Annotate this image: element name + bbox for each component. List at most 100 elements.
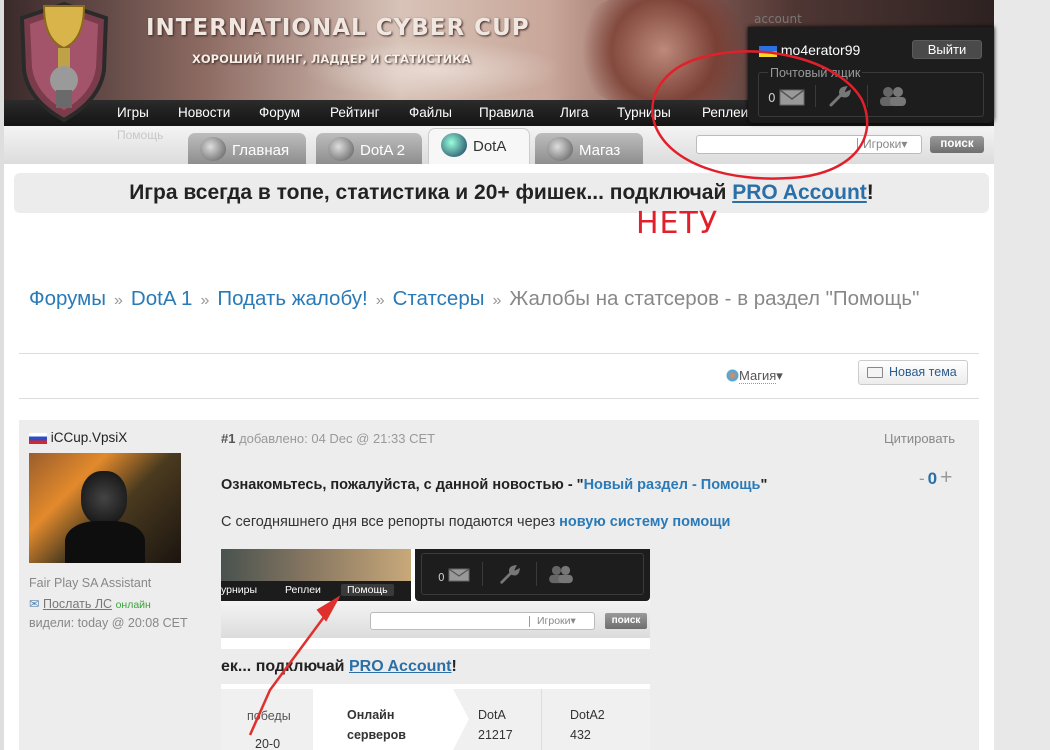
avatar-gas-mask	[81, 471, 127, 525]
post-p1-end: "	[760, 477, 768, 493]
embed-nav-tournaments: урниры	[221, 584, 258, 596]
nav-files[interactable]: Файлы	[409, 105, 452, 120]
post-p1-text: Ознакомьтесь, пожалуйста, с данной новос…	[221, 477, 584, 493]
tab-dota2[interactable]: DotA 2	[316, 133, 422, 164]
breadcrumb-separator: »	[375, 292, 385, 309]
logo-shield-icon[interactable]	[14, 0, 114, 124]
folder-icon	[867, 367, 883, 378]
nav-rules[interactable]: Правила	[479, 105, 534, 120]
tab-main[interactable]: Главная	[188, 133, 306, 164]
embed-nav: урниры Реплеи Помощь	[221, 581, 411, 601]
dota2-icon	[328, 137, 354, 161]
breadcrumb-statsers[interactable]: Статсеры	[393, 287, 485, 310]
breadcrumb-dota1[interactable]: DotA 1	[131, 287, 193, 310]
embedded-screenshot: урниры Реплеи Помощь 0 Игроки▾ поиск ек.…	[221, 549, 650, 750]
breadcrumb-separator: »	[492, 292, 502, 309]
caret-down-icon: ▾	[570, 615, 576, 627]
tab-dota[interactable]: DotA	[428, 128, 530, 164]
nav-tournaments[interactable]: Турниры	[617, 105, 671, 120]
logout-button[interactable]: Выйти	[912, 40, 982, 59]
rate-plus-button[interactable]: +	[940, 466, 952, 489]
nav-forum[interactable]: Форум	[259, 105, 300, 120]
embed-nav-replays: Реплеи	[285, 584, 321, 596]
page: INTERNATIONAL CYBER CUP ХОРОШИЙ ПИНГ, ЛА…	[4, 0, 994, 750]
embed-promo: ек... подключай PRO Account!	[221, 649, 650, 684]
embed-user-panel: 0	[415, 549, 650, 601]
online-status: онлайн	[115, 599, 151, 611]
dota-icon	[441, 133, 467, 157]
mail-icon	[448, 568, 470, 582]
pro-account-link[interactable]: PRO Account	[732, 181, 867, 204]
magic-wand-icon	[726, 369, 739, 382]
envelope-icon: ✉	[29, 597, 40, 611]
breadcrumb-separator: »	[114, 292, 123, 309]
wrench-icon	[500, 564, 520, 584]
username-link[interactable]: mo4erator99	[759, 42, 860, 58]
breadcrumb: Форумы » DotA 1 » Подать жалобу! » Статсеры » Жа…	[29, 280, 979, 319]
post-paragraph-2: С сегодняшнего дня все репорты подаются …	[221, 514, 730, 530]
quote-button[interactable]: Цитировать	[884, 431, 955, 446]
post-author[interactable]: iCCup.VpsiX	[29, 430, 127, 445]
embed-search-scope-label: Игроки	[537, 615, 571, 627]
magic-label: Магия	[739, 368, 777, 384]
flag-ru-icon	[29, 432, 47, 444]
mail-icon[interactable]	[779, 89, 805, 106]
magic-menu[interactable]: Магия▾	[726, 368, 783, 384]
tab-dota2-label: DotA 2	[360, 142, 406, 159]
tab-shop-label: Магаз	[579, 142, 621, 159]
nav-replays[interactable]: Реплеи	[702, 105, 748, 120]
shop-icon	[547, 137, 573, 161]
mailbox: Почтовый ящик 0	[758, 66, 984, 117]
nav-rating[interactable]: Рейтинг	[330, 105, 380, 120]
send-pm-link[interactable]: Послать ЛС	[43, 597, 112, 611]
embed-search-separator	[529, 616, 530, 627]
embed-mail-count: 0	[438, 572, 445, 584]
nav-league[interactable]: Лига	[560, 105, 589, 120]
post-p2-text: С сегодняшнего дня все репорты подаются …	[221, 514, 560, 530]
embed-dota2-value: 432	[570, 728, 591, 742]
new-topic-button[interactable]: Новая тема	[858, 360, 968, 385]
breadcrumb-separator: »	[200, 292, 210, 309]
embed-divider	[536, 562, 537, 586]
search-button[interactable]: поиск	[930, 136, 984, 153]
page-edge	[994, 0, 1050, 750]
header-art-glow	[304, 40, 564, 100]
avatar-suit	[65, 521, 145, 563]
rating-value: 0	[927, 469, 938, 488]
caret-down-icon: ▾	[776, 368, 783, 383]
search-separator	[857, 138, 858, 150]
help-system-link[interactable]: новую систему помощи	[559, 514, 730, 530]
embed-wins-value: 20-0	[255, 737, 281, 750]
trophy-icon	[200, 137, 226, 161]
wrench-icon[interactable]	[827, 85, 851, 109]
author-actions: ✉ Послать ЛС онлайн	[29, 596, 151, 611]
embed-search-button: поиск	[605, 613, 647, 629]
post-number[interactable]: #1	[221, 431, 235, 446]
breadcrumb-forums[interactable]: Форумы	[29, 287, 106, 310]
pro-account-banner: Игра всегда в топе, статистика и 20+ фиш…	[14, 173, 989, 213]
promo-text-end: !	[866, 181, 874, 204]
handwritten-annotation: НЕТУ	[636, 206, 719, 241]
site-subtitle: ХОРОШИЙ ПИНГ, ЛАДДЕР И СТАТИСТИКА	[192, 52, 471, 66]
tab-shop[interactable]: Магаз	[535, 133, 643, 164]
search-scope-label: Игроки	[863, 137, 902, 151]
promo-text: Игра всегда в топе, статистика и 20+ фиш…	[129, 181, 733, 204]
nav-news[interactable]: Новости	[178, 105, 230, 120]
embed-stats-divider	[541, 689, 542, 750]
help-news-link[interactable]: Новый раздел - Помощь	[584, 477, 761, 493]
divider	[19, 398, 979, 399]
search-scope-select[interactable]: Игроки▾	[863, 137, 907, 151]
embed-stats: победы 20-0 Онлайн серверов DotA 21217 D…	[221, 689, 650, 750]
breadcrumb-complaints[interactable]: Подать жалобу!	[217, 287, 367, 310]
user-panel: account mo4erator99 Выйти Почтовый ящик …	[748, 12, 994, 123]
friends-icon	[549, 565, 573, 584]
mail-count: 0	[768, 91, 776, 105]
embed-mailbox: 0	[421, 553, 644, 595]
nav-games[interactable]: Игры	[117, 105, 149, 120]
last-seen: видели: today @ 20:08 CET	[29, 616, 188, 630]
nav-help-ghost: Помощь	[117, 128, 164, 142]
rate-minus-button[interactable]: -	[919, 469, 925, 488]
embed-online-label-2: серверов	[347, 728, 406, 742]
friends-icon[interactable]	[877, 85, 909, 107]
divider	[19, 353, 979, 354]
